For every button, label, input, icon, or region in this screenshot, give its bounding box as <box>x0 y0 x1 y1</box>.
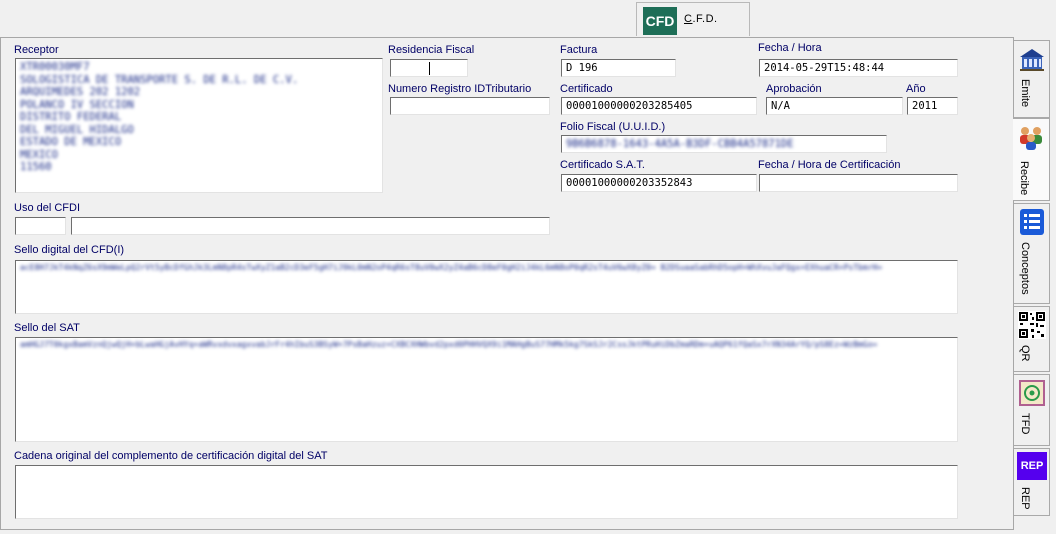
people-icon <box>1020 127 1042 150</box>
sello-cfd-label: Sello digital del CFD(I) <box>14 244 125 256</box>
uso-cfdi-code-input[interactable] <box>15 217 66 235</box>
certificado-label: Certificado <box>560 83 613 95</box>
folio-fiscal-value: 9B6B6878-1643-4A5A-B3DF-CBB4A57871DE <box>566 138 794 150</box>
folio-fiscal-label: Folio Fiscal (U.U.I.D.) <box>560 121 666 133</box>
factura-value: D 196 <box>566 62 598 74</box>
tab-bar: CFD C.F.D. <box>0 0 1056 38</box>
cadena-box[interactable] <box>15 465 958 519</box>
factura-label: Factura <box>560 44 598 56</box>
cert-sat-input[interactable]: 00001000000203352843 <box>561 174 757 192</box>
side-tab-strip: Emite Recibe Conceptos QR TFD REP REP <box>1013 38 1056 534</box>
cadena-label: Cadena original del complemento de certi… <box>14 450 328 462</box>
side-tab-tfd[interactable]: TFD <box>1014 374 1050 446</box>
certificado-value: 00001000000203285405 <box>566 100 693 112</box>
receptor-line: SOLOGISTICA DE TRANSPORTE S. DE R.L. DE … <box>20 73 299 86</box>
side-tab-qr-label: QR <box>1019 345 1031 362</box>
num-registro-label: Numero Registro IDTributario <box>388 83 532 95</box>
folio-fiscal-input[interactable]: 9B6B6878-1643-4A5A-B3DF-CBB4A57871DE <box>561 135 887 153</box>
tab-cfd-label: C.F.D. <box>684 13 718 25</box>
building-icon <box>1020 49 1044 71</box>
main-panel: Receptor XTR00030MF7 SOLOGISTICA DE TRAN… <box>0 37 1014 530</box>
side-tab-emite[interactable]: Emite <box>1014 40 1050 118</box>
side-tab-qr[interactable]: QR <box>1014 306 1050 372</box>
residencia-input[interactable] <box>390 59 468 77</box>
num-registro-input[interactable] <box>390 97 550 115</box>
anio-input[interactable]: 2011 <box>907 97 958 115</box>
side-tab-conceptos-label: Conceptos <box>1019 242 1031 295</box>
anio-label: Año <box>906 83 926 95</box>
receptor-label: Receptor <box>14 44 59 56</box>
residencia-label: Residencia Fiscal <box>388 44 475 56</box>
receptor-line: DISTRITO FEDERAL <box>20 111 122 123</box>
uso-cfdi-label: Uso del CFDI <box>14 202 81 214</box>
sello-cfd-value: acE8H7JkT4kNqZ6sX9mWeLpQ2rVt5yBcDfGhJk3L… <box>20 263 883 272</box>
cfd-logo-icon: CFD <box>643 7 677 35</box>
sello-sat-value: amHGJ7T0kgxBamVznQjwQjH+bLwaHGjAvHYq+aWR… <box>20 340 878 349</box>
sello-sat-label: Sello del SAT <box>14 322 80 334</box>
aprobacion-label: Aprobación <box>766 83 822 95</box>
receptor-line: ESTADO DE MEXICO <box>20 136 122 148</box>
receptor-line: ARQUIMEDES 202 1202 <box>20 86 141 98</box>
receptor-line: POLANCO IV SECCION <box>20 98 134 111</box>
list-icon <box>1020 209 1044 235</box>
sello-sat-box[interactable]: amHGJ7T0kgxBamVznQjwQjH+bLwaHGjAvHYq+aWR… <box>15 337 958 442</box>
side-tab-tfd-label: TFD <box>1019 413 1031 435</box>
fecha-cert-input[interactable] <box>759 174 958 192</box>
fecha-cert-label: Fecha / Hora de Certificación <box>758 159 901 171</box>
tab-cfd[interactable]: CFD C.F.D. <box>636 2 750 36</box>
receptor-box[interactable]: XTR00030MF7 SOLOGISTICA DE TRANSPORTE S.… <box>15 58 383 193</box>
uso-cfdi-desc-input[interactable] <box>71 217 550 235</box>
cert-sat-value: 00001000000203352843 <box>566 177 693 189</box>
certificado-input[interactable]: 00001000000203285405 <box>561 97 757 115</box>
cert-sat-label: Certificado S.A.T. <box>560 159 645 171</box>
fecha-hora-input[interactable]: 2014-05-29T15:48:44 <box>759 59 958 77</box>
fecha-hora-label: Fecha / Hora <box>758 42 822 54</box>
side-tab-rep[interactable]: REP REP <box>1014 448 1050 516</box>
tab-cfd-label-rest: .F.D. <box>692 13 718 25</box>
receptor-line: DEL MIGUEL HIDALGO <box>20 123 134 136</box>
side-tab-recibe[interactable]: Recibe <box>1013 118 1050 201</box>
receptor-line: XTR00030MF7 <box>20 61 90 73</box>
qr-code-icon <box>1018 311 1046 339</box>
anio-value: 2011 <box>912 100 938 112</box>
receptor-line: 11560 <box>20 161 52 173</box>
fecha-hora-value: 2014-05-29T15:48:44 <box>764 62 885 74</box>
side-tab-rep-label: REP <box>1019 487 1031 510</box>
text-caret <box>429 62 430 75</box>
aprobacion-input[interactable]: N/A <box>766 97 903 115</box>
side-tab-recibe-label: Recibe <box>1018 161 1030 196</box>
sello-cfd-box[interactable]: acE8H7JkT4kNqZ6sX9mWeLpQ2rVt5yBcDfGhJk3L… <box>15 260 958 314</box>
side-tab-conceptos[interactable]: Conceptos <box>1014 203 1050 304</box>
rep-icon: REP <box>1017 452 1047 480</box>
factura-input[interactable]: D 196 <box>561 59 676 77</box>
aprobacion-value: N/A <box>771 100 790 112</box>
stamp-icon <box>1019 380 1045 406</box>
side-tab-emite-label: Emite <box>1019 79 1031 108</box>
receptor-line: MEXICO <box>20 148 58 161</box>
